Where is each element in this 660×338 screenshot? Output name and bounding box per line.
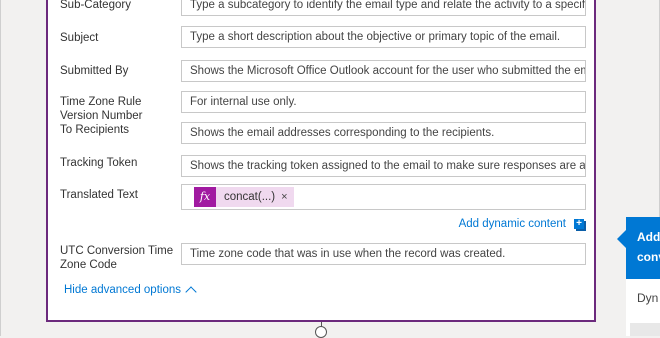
field-label: Subject (60, 32, 99, 44)
field-label: To Recipients (60, 124, 130, 136)
add-dynamic-content-label: Add dynamic content (458, 218, 566, 230)
panel-heading: Dyn (637, 291, 659, 305)
field-label: Translated Text (60, 189, 138, 201)
field-label: Time Zone Rule Version Number (60, 96, 143, 122)
action-card: Sub-Category Type a subcategory to ident… (46, 0, 596, 322)
add-dynamic-content-link[interactable]: Add dynamic content + (459, 218, 584, 230)
plus-icon: + (574, 219, 584, 229)
hide-advanced-options-label: Hide advanced options (64, 283, 181, 296)
submitted-by-input[interactable]: Shows the Microsoft Office Outlook accou… (181, 60, 586, 82)
fx-icon: fx (194, 187, 216, 207)
chevron-up-icon (185, 286, 197, 298)
expression-token[interactable]: fx concat(...) × (194, 187, 294, 207)
translated-text-input[interactable]: fx concat(...) × (181, 184, 586, 210)
to-recipients-input[interactable]: Shows the email addresses corresponding … (181, 122, 586, 144)
dynamic-content-panel: Dyn (626, 279, 660, 336)
hide-advanced-options-link[interactable]: Hide advanced options (64, 283, 197, 298)
field-label: Submitted By (60, 65, 129, 77)
subject-input[interactable]: Type a short description about the objec… (181, 26, 586, 48)
field-label: UTC Conversion Time Zone Code (60, 245, 174, 271)
field-label: Sub-Category (60, 0, 131, 11)
window-left-border (0, 0, 1, 336)
utc-conversion-input[interactable]: Time zone code that was in use when the … (181, 243, 586, 265)
callout-line-1: Add (637, 230, 660, 244)
field-label: Tracking Token (60, 157, 138, 169)
time-zone-rule-version-input[interactable]: For internal use only. (181, 91, 586, 113)
callout-arrow (617, 230, 626, 248)
sub-category-input[interactable]: Type a subcategory to identify the email… (181, 0, 586, 16)
callout-line-2: conv (637, 250, 660, 264)
tracking-token-input[interactable]: Shows the tracking token assigned to the… (181, 155, 586, 177)
token-label: concat(...) (224, 191, 276, 203)
dynamic-content-callout[interactable]: Add conv (626, 217, 660, 279)
panel-strip (630, 323, 660, 336)
close-icon[interactable]: × (281, 187, 293, 207)
add-step-connector[interactable] (315, 326, 327, 338)
